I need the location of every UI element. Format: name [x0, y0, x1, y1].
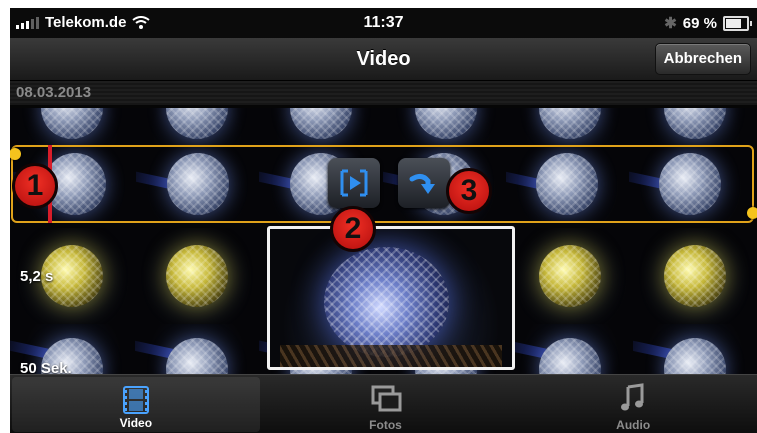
clip-thumbnail [508, 324, 633, 380]
tab-label: Fotos [369, 418, 402, 432]
clip-duration: 5,2 s [20, 268, 54, 285]
app-screen: Telekom.de 11:37 ✱ 69 % Video Abbrechen … [10, 8, 757, 433]
play-preview-button[interactable] [328, 158, 380, 208]
annotation-badge-1: 1 [12, 163, 58, 209]
page-title: Video [356, 48, 411, 70]
clip-row-partial[interactable] [10, 108, 757, 146]
tab-bar: Video Fotos Audio [10, 374, 757, 433]
video-preview[interactable] [267, 226, 515, 370]
tab-fotos[interactable]: Fotos [262, 375, 510, 433]
annotation-badge-2: 2 [330, 206, 376, 252]
battery-icon [723, 15, 752, 31]
tab-label: Audio [616, 418, 651, 432]
clip-thumbnail [632, 324, 757, 380]
clip-thumbnail [134, 228, 259, 324]
status-time: 11:37 [363, 14, 404, 31]
clip-thumbnail [632, 228, 757, 324]
tab-label: Video [119, 416, 153, 430]
insert-clip-button[interactable] [398, 158, 450, 208]
clip-thumbnail [508, 108, 633, 146]
annotation-badge-3: 3 [446, 168, 492, 214]
clip-thumbnail [259, 108, 384, 146]
film-icon [122, 386, 149, 414]
tab-audio[interactable]: Audio [509, 375, 757, 433]
music-note-icon [621, 383, 644, 411]
bluetooth-icon: ✱ [664, 15, 677, 32]
clip-thumbnail [632, 108, 757, 146]
battery-percent: 69 % [682, 14, 717, 32]
tab-video[interactable]: Video [12, 377, 260, 432]
clip-thumbnail [508, 228, 633, 324]
clip-thumbnail [134, 324, 259, 380]
clip-thumbnail [134, 108, 259, 146]
play-preview-icon [340, 169, 368, 197]
selection-frame [11, 145, 754, 223]
date-label: 08.03.2013 [16, 84, 92, 101]
navigation-bar: Video Abbrechen [10, 38, 757, 81]
clip-thumbnail [383, 108, 508, 146]
photos-icon [371, 385, 401, 412]
clip-thumbnail [10, 108, 135, 146]
date-section-header: 08.03.2013 [10, 81, 757, 105]
selected-clip-row[interactable] [10, 145, 757, 225]
cancel-button[interactable]: Abbrechen [654, 43, 751, 75]
trim-handle-end[interactable] [747, 207, 757, 219]
status-bar: Telekom.de 11:37 ✱ 69 % [10, 8, 757, 38]
insert-arrow-icon [409, 173, 435, 194]
